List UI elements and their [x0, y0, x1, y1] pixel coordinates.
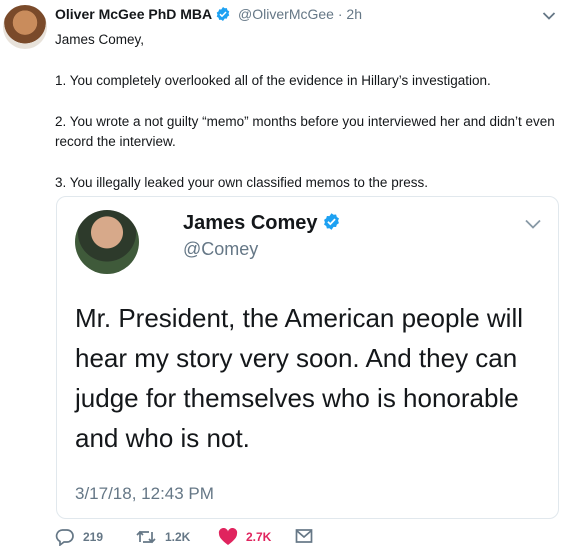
author-handle[interactable]: @OliverMcGee: [238, 6, 334, 22]
chevron-down-icon[interactable]: [524, 217, 542, 235]
reply-count: 219: [83, 530, 104, 544]
like-button[interactable]: 2.7K: [218, 528, 271, 546]
message-icon: [295, 528, 313, 544]
like-count: 2.7K: [246, 530, 272, 544]
reply-icon: [55, 528, 75, 546]
retweet-icon: [135, 528, 157, 546]
tweet-header: Oliver McGee PhD MBA @OliverMcGee · 2h: [55, 6, 554, 26]
quoted-author-name[interactable]: James Comey: [183, 212, 318, 234]
author-avatar[interactable]: [3, 5, 47, 49]
quoted-tweet-text: Mr. President, the American people will …: [75, 303, 523, 453]
separator-dot: ·: [337, 6, 343, 22]
author-name[interactable]: Oliver McGee PhD MBA: [55, 6, 212, 22]
quoted-timestamp[interactable]: 3/17/18, 12:43 PM: [75, 484, 214, 504]
tweet-time[interactable]: 2h: [346, 6, 362, 22]
tweet-line: James Comey,: [55, 32, 145, 47]
quoted-author-handle[interactable]: @Comey: [183, 239, 258, 260]
chevron-down-icon[interactable]: [542, 8, 556, 26]
tweet-line: 2. You wrote a not guilty “memo” months …: [55, 114, 555, 149]
reply-button[interactable]: 219: [55, 528, 103, 546]
retweet-count: 1.2K: [165, 530, 191, 544]
quoted-author-name-row: James Comey: [183, 212, 341, 237]
verified-badge-icon: [215, 6, 231, 25]
heart-icon: [218, 528, 238, 546]
message-button[interactable]: [295, 528, 313, 544]
verified-badge-icon: [322, 212, 341, 237]
quoted-tweet-card[interactable]: James Comey @Comey Mr. President, the Am…: [56, 196, 559, 519]
tweet-line: 3. You illegally leaked your own classif…: [55, 175, 428, 190]
tweet-text: James Comey, 1. You completely overlooke…: [55, 30, 555, 214]
tweet-line: 1. You completely overlooked all of the …: [55, 73, 491, 88]
quoted-author-avatar[interactable]: [75, 210, 139, 274]
retweet-button[interactable]: 1.2K: [135, 528, 190, 546]
